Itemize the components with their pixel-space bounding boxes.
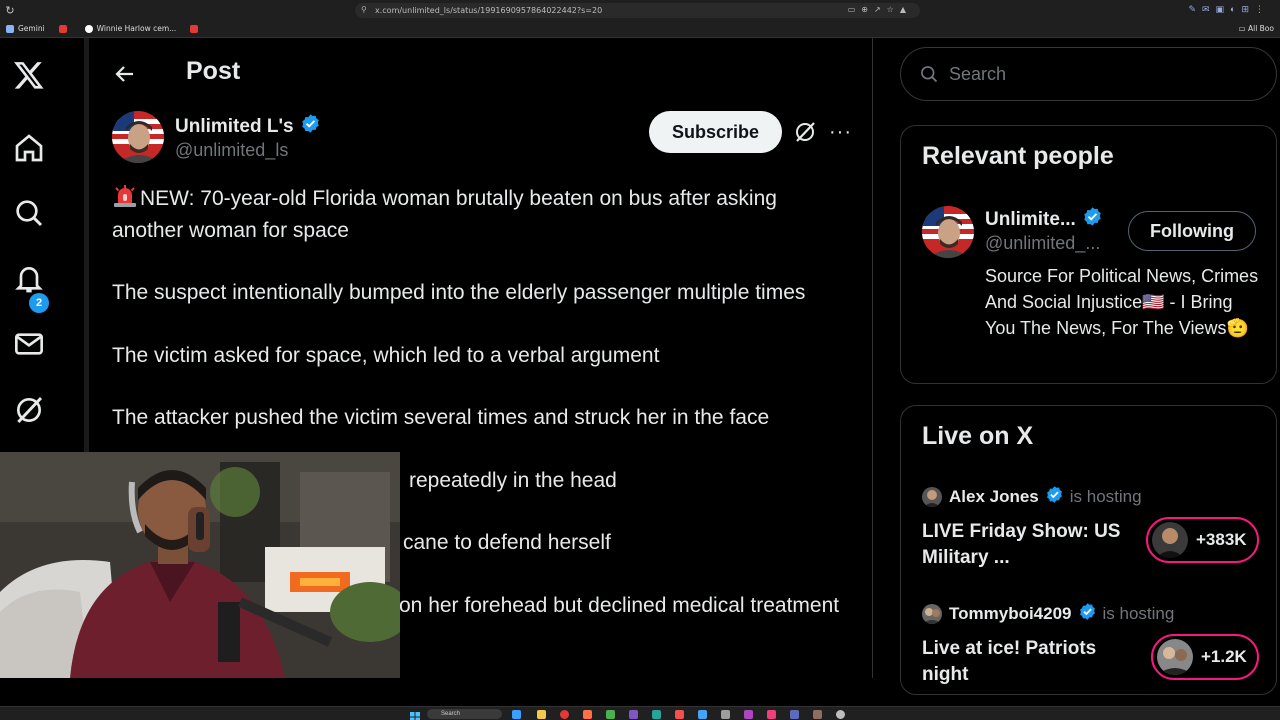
bookmark-favicon-icon bbox=[190, 24, 199, 33]
author-name-text: Unlimited L's bbox=[175, 115, 294, 137]
live-avatar bbox=[1152, 522, 1188, 558]
search-box[interactable] bbox=[900, 47, 1277, 101]
taskbar-app-icon[interactable] bbox=[698, 710, 707, 719]
browser-toolbar: ↻ ⚲ x.com/unlimited_ls/status/1991690957… bbox=[0, 0, 1280, 20]
bell-icon[interactable] bbox=[12, 262, 46, 296]
host-name: Tommyboi4209 bbox=[949, 604, 1072, 623]
mail-icon[interactable] bbox=[12, 327, 46, 361]
page-title: Post bbox=[186, 57, 241, 85]
all-bookmarks[interactable]: ▭ All Boo bbox=[1239, 24, 1275, 33]
bookmark-favicon-icon bbox=[58, 24, 67, 33]
relevant-people-card: Relevant people Unlimite... @unlimited_.… bbox=[900, 125, 1277, 384]
live-on-x-card: Live on X Alex Jones is hosting LIVE Fri… bbox=[900, 405, 1277, 695]
all-bookmarks-label: All Boo bbox=[1247, 24, 1274, 33]
post-paragraph: The attacker pushed the victim several t… bbox=[112, 406, 770, 429]
post-paragraph: The suspect intentionally bumped into th… bbox=[112, 281, 806, 304]
taskbar-app-icon[interactable] bbox=[767, 710, 776, 719]
subscribe-button[interactable]: Subscribe bbox=[649, 111, 782, 153]
taskbar-app-icon[interactable] bbox=[629, 710, 638, 719]
taskbar-app-icon[interactable] bbox=[512, 710, 521, 719]
windows-start-icon[interactable] bbox=[410, 709, 420, 720]
bookmark-gemini[interactable]: Gemini bbox=[6, 24, 45, 33]
back-arrow-icon[interactable] bbox=[113, 62, 137, 86]
address-bar[interactable]: ⚲ x.com/unlimited_ls/status/199169095786… bbox=[355, 3, 920, 18]
x-logo-icon[interactable] bbox=[12, 58, 46, 92]
author-avatar[interactable] bbox=[112, 111, 164, 163]
more-options-icon[interactable]: ··· bbox=[829, 122, 853, 142]
relevant-person-name[interactable]: Unlimite... bbox=[985, 206, 1103, 233]
webcam-overlay bbox=[0, 452, 400, 678]
author-handle[interactable]: @unlimited_ls bbox=[175, 140, 288, 161]
relevant-person-handle[interactable]: @unlimited_... bbox=[985, 233, 1100, 254]
relevant-person-bio: Source For Political News, Crimes And So… bbox=[985, 266, 1259, 338]
taskbar-app-icon[interactable] bbox=[583, 710, 592, 719]
live-host: Alex Jones is hosting bbox=[922, 485, 1262, 509]
verified-badge-icon[interactable] bbox=[1082, 206, 1103, 233]
card-title: Relevant people bbox=[922, 142, 1114, 170]
bookmark-2[interactable] bbox=[58, 24, 71, 33]
taskbar-folder-icon[interactable] bbox=[537, 710, 546, 719]
search-icon[interactable] bbox=[12, 196, 46, 230]
relevant-person-avatar[interactable] bbox=[922, 206, 974, 258]
bookmark-label: Winnie Harlow cem... bbox=[96, 24, 177, 33]
taskbar: Search bbox=[0, 706, 1280, 720]
card-title: Live on X bbox=[922, 422, 1034, 450]
bookmarks-bar: Gemini Winnie Harlow cem... ▭ All Boo bbox=[0, 20, 1280, 38]
extensions-icon[interactable]: ✎✉▣◐⊞⋮ bbox=[1188, 4, 1270, 15]
search-input[interactable] bbox=[949, 63, 1249, 85]
reload-icon[interactable]: ↻ bbox=[0, 4, 20, 17]
site-info-icon[interactable]: ⚲ bbox=[361, 5, 367, 14]
following-button[interactable]: Following bbox=[1128, 211, 1256, 251]
host-name: Alex Jones bbox=[949, 487, 1039, 506]
taskbar-app-icon[interactable] bbox=[744, 710, 753, 719]
bookmark-4[interactable] bbox=[190, 24, 202, 33]
live-count: +1.2K bbox=[1201, 647, 1247, 666]
live-listeners-pill[interactable]: +1.2K bbox=[1151, 634, 1259, 680]
taskbar-app-icon[interactable] bbox=[836, 710, 845, 719]
taskbar-browser-icon[interactable] bbox=[560, 710, 569, 719]
live-listeners-pill[interactable]: +383K bbox=[1146, 517, 1259, 563]
author-name[interactable]: Unlimited L's bbox=[175, 113, 321, 140]
live-item[interactable]: Alex Jones is hosting LIVE Friday Show: … bbox=[922, 485, 1262, 568]
bookmark-favicon-icon bbox=[6, 24, 14, 33]
address-bar-tools-icon[interactable]: ▭⊕↗☆▲ bbox=[848, 5, 912, 14]
hosting-label: is hosting bbox=[1069, 487, 1142, 506]
live-count: +383K bbox=[1196, 530, 1247, 549]
live-host: Tommyboi4209 is hosting bbox=[922, 602, 1262, 626]
search-icon bbox=[921, 66, 938, 83]
bookmark-winnie[interactable]: Winnie Harlow cem... bbox=[84, 24, 177, 33]
taskbar-app-icon[interactable] bbox=[606, 710, 615, 719]
hosting-label: is hosting bbox=[1102, 604, 1175, 623]
live-avatar bbox=[1157, 639, 1193, 675]
post-paragraph: NEW: 70-year-old Florida woman brutally … bbox=[112, 183, 852, 246]
taskbar-app-icon[interactable] bbox=[675, 710, 684, 719]
notification-badge: 2 bbox=[29, 293, 49, 313]
live-item[interactable]: Tommyboi4209 is hosting Live at ice! Pat… bbox=[922, 602, 1262, 685]
host-avatar bbox=[922, 487, 942, 507]
post-paragraph: The victim asked for space, which led to… bbox=[112, 343, 660, 367]
siren-emoji-icon bbox=[112, 184, 138, 208]
verified-badge-icon bbox=[1045, 485, 1064, 509]
relevant-person-name-text: Unlimite... bbox=[985, 208, 1076, 230]
host-avatar bbox=[922, 604, 942, 624]
taskbar-app-icon[interactable] bbox=[813, 710, 822, 719]
taskbar-search[interactable]: Search bbox=[427, 709, 502, 719]
url-text: x.com/unlimited_ls/status/19916909578640… bbox=[375, 6, 603, 15]
bookmark-label: Gemini bbox=[18, 24, 45, 33]
verified-badge-icon bbox=[1078, 602, 1097, 626]
column-divider bbox=[872, 38, 873, 678]
verified-badge-icon[interactable] bbox=[300, 113, 321, 140]
taskbar-app-icon[interactable] bbox=[790, 710, 799, 719]
post-line: NEW: 70-year-old Florida woman brutally … bbox=[112, 187, 777, 242]
taskbar-app-icon[interactable] bbox=[652, 710, 661, 719]
taskbar-app-icon[interactable] bbox=[721, 710, 730, 719]
grok-post-icon[interactable] bbox=[793, 120, 817, 144]
bookmark-favicon-icon bbox=[84, 24, 93, 33]
live-title: LIVE Friday Show: US Military ... bbox=[922, 521, 1121, 568]
home-icon[interactable] bbox=[12, 131, 46, 165]
live-title: Live at ice! Patriots night bbox=[922, 638, 1097, 685]
grok-icon[interactable] bbox=[12, 393, 46, 427]
